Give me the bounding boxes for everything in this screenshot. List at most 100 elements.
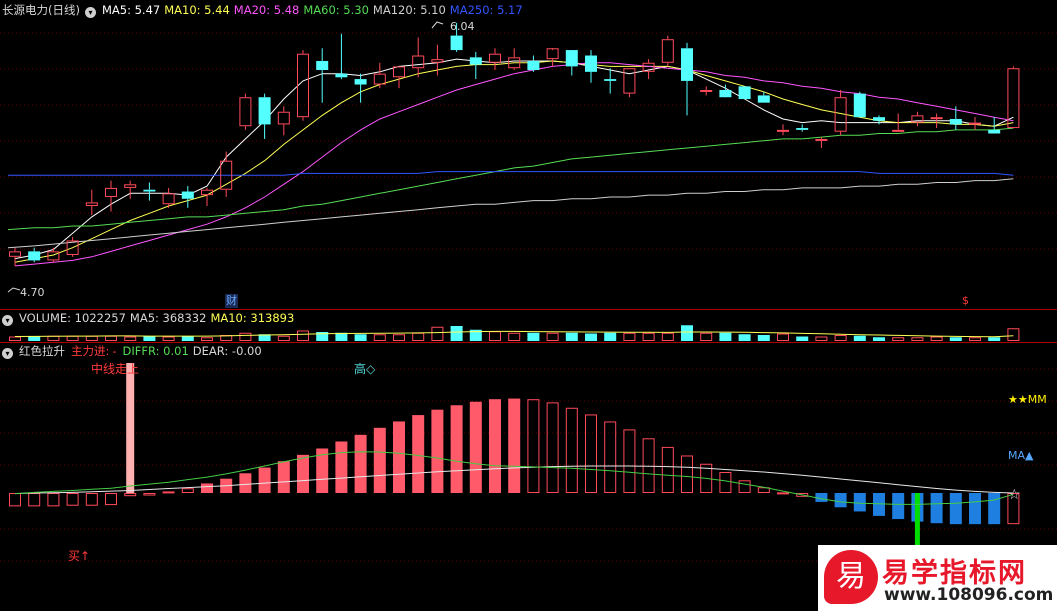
indicator-bar — [585, 414, 597, 494]
volume-volume-readout: VOLUME: 1022257 — [19, 311, 126, 325]
candle-body — [9, 251, 21, 257]
low-price-label: 4.70 — [20, 286, 45, 299]
volume-bar — [527, 332, 540, 341]
candle — [661, 35, 674, 67]
indicator-bar — [489, 399, 501, 493]
candle-body — [181, 191, 194, 199]
indicator-green-spike — [914, 493, 920, 549]
volume-bar — [661, 332, 674, 341]
candle — [9, 247, 21, 266]
indicator-bar — [546, 402, 559, 493]
volume-bar — [201, 337, 213, 341]
candle-body — [354, 79, 367, 85]
logo-icon: 易 — [824, 550, 878, 604]
chart-canvas[interactable]: ☆ — [0, 0, 1057, 611]
volume-bar — [354, 334, 367, 341]
ma10-line — [14, 60, 1014, 263]
price-ma10-readout: MA10: 5.44 — [164, 3, 230, 17]
stock-title[interactable]: 长源电力(日线) — [2, 3, 80, 17]
candle-body — [316, 60, 329, 71]
finance-marker[interactable]: 财 — [225, 294, 238, 308]
candle — [738, 86, 751, 100]
candle — [239, 93, 252, 130]
candle — [297, 50, 309, 121]
volume-bar — [585, 333, 597, 341]
indicator-bar — [258, 467, 271, 493]
ma20-line — [14, 62, 1014, 267]
price-ma20-readout: MA20: 5.48 — [233, 3, 300, 17]
candle-body — [853, 93, 866, 118]
volume-bar — [47, 335, 60, 341]
candle-body — [661, 39, 674, 63]
candle-body — [239, 97, 252, 127]
volume-bar — [181, 336, 194, 341]
volume-bar — [162, 336, 175, 341]
candle-body — [719, 89, 732, 98]
price-panel-header: 长源电力(日线) ▾ MA5: 5.47 MA10: 5.44 MA20: 5.48 MA… — [2, 2, 533, 18]
indicator-dear-readout: DEAR: -0.00 — [192, 344, 262, 358]
volume-bar — [604, 332, 617, 341]
candle — [489, 48, 501, 71]
main-force-tag: 主力进: — [71, 344, 110, 358]
high-price-pointer — [431, 21, 444, 29]
watermark-logo: 易 易学指标网 www.108096.com — [818, 545, 1057, 611]
candlesticks[interactable] — [9, 22, 1020, 266]
moving-average-lines — [7, 58, 1014, 267]
high-marker-label: 高◇ — [354, 362, 376, 376]
candle-body — [143, 189, 156, 192]
candle-body — [85, 202, 98, 207]
candle-body — [489, 53, 501, 63]
volume-bar — [373, 334, 386, 341]
indicator-bar — [124, 493, 137, 497]
indicator-bar — [834, 493, 847, 508]
volume-bar — [873, 337, 885, 341]
dollar-marker[interactable]: $ — [962, 294, 969, 308]
candle-body — [277, 111, 290, 125]
volume-bar — [85, 335, 98, 341]
candle-body — [373, 73, 386, 85]
volume-bar — [546, 332, 559, 341]
candle-body — [873, 117, 885, 121]
volume-bar — [412, 332, 425, 341]
indicator-bar — [143, 493, 156, 496]
indicator-title[interactable]: 红色拉升 — [19, 344, 65, 358]
volume-bars[interactable] — [9, 325, 1020, 341]
indicator-bar — [393, 421, 405, 493]
candle — [546, 48, 559, 67]
volume-bar — [1007, 328, 1020, 341]
candle-body — [335, 73, 348, 78]
indicator-bar — [47, 493, 60, 507]
volume-bar — [892, 337, 905, 341]
volume-bar — [815, 336, 828, 341]
candle — [700, 86, 713, 96]
candle-body — [988, 129, 1001, 134]
volume-bar — [508, 332, 521, 341]
indicator-bars[interactable] — [9, 363, 1020, 549]
candle — [604, 68, 617, 94]
volume-bar — [143, 336, 156, 341]
candle-body — [258, 97, 271, 125]
volume-bar — [719, 332, 732, 341]
indicator-bar — [661, 446, 674, 494]
candle-body — [892, 129, 905, 132]
candle-body — [585, 55, 597, 72]
chevron-down-icon[interactable]: ▾ — [2, 348, 13, 359]
candle — [28, 247, 41, 263]
chevron-down-icon[interactable]: ▾ — [2, 315, 13, 326]
candle — [393, 66, 405, 89]
volume-bar — [930, 336, 943, 341]
volume-bar — [9, 336, 21, 341]
price-indicators: MA5: 5.47 MA10: 5.44 MA20: 5.48 MA60: 5.30 M… — [102, 3, 527, 17]
candle-body — [796, 128, 809, 130]
chevron-down-icon[interactable]: ▾ — [84, 7, 96, 18]
candle — [853, 91, 866, 118]
volume-indicators: VOLUME: 1022257 MA5: 368332 MA10: 313893 — [19, 311, 298, 325]
candle-body — [412, 55, 425, 69]
grid-lines — [0, 32, 1057, 562]
candle — [565, 50, 578, 76]
volume-bar — [988, 337, 1001, 341]
candle — [277, 106, 290, 136]
main-force-value: - — [112, 344, 117, 358]
candle-body — [681, 48, 693, 81]
volume-bar — [124, 336, 137, 341]
